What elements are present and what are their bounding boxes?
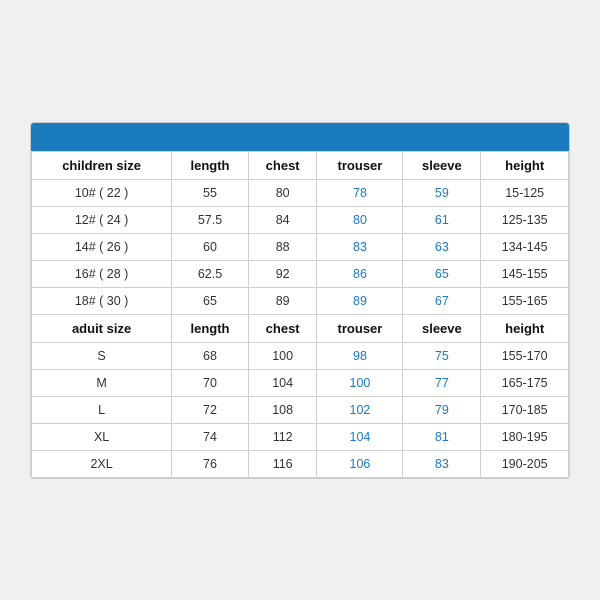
adult-cell-4-4: 83 [403, 450, 481, 477]
adult-header-col-5: height [481, 314, 569, 342]
adult-cell-3-0: XL [32, 423, 172, 450]
adult-cell-0-2: 100 [248, 342, 317, 369]
adult-cell-3-2: 112 [248, 423, 317, 450]
children-cell-4-5: 155-165 [481, 287, 569, 314]
children-cell-1-4: 61 [403, 206, 481, 233]
children-cell-4-1: 65 [172, 287, 249, 314]
chart-title [31, 123, 569, 151]
children-row-4: 18# ( 30 )65898967155-165 [32, 287, 569, 314]
adult-cell-1-2: 104 [248, 369, 317, 396]
children-cell-1-2: 84 [248, 206, 317, 233]
children-cell-0-4: 59 [403, 179, 481, 206]
adult-cell-1-4: 77 [403, 369, 481, 396]
adult-cell-2-2: 108 [248, 396, 317, 423]
adult-cell-3-3: 104 [317, 423, 403, 450]
children-cell-1-0: 12# ( 24 ) [32, 206, 172, 233]
adult-cell-2-4: 79 [403, 396, 481, 423]
children-cell-4-0: 18# ( 30 ) [32, 287, 172, 314]
adult-cell-2-3: 102 [317, 396, 403, 423]
adult-row-1: M7010410077165-175 [32, 369, 569, 396]
children-cell-0-0: 10# ( 22 ) [32, 179, 172, 206]
children-row-0: 10# ( 22 )5580785915-125 [32, 179, 569, 206]
adult-cell-1-0: M [32, 369, 172, 396]
children-cell-1-5: 125-135 [481, 206, 569, 233]
adult-cell-4-0: 2XL [32, 450, 172, 477]
adult-cell-1-5: 165-175 [481, 369, 569, 396]
adult-row-0: S681009875155-170 [32, 342, 569, 369]
children-cell-2-3: 83 [317, 233, 403, 260]
children-cell-0-1: 55 [172, 179, 249, 206]
children-header-col-1: length [172, 151, 249, 179]
children-row-2: 14# ( 26 )60888363134-145 [32, 233, 569, 260]
children-cell-3-5: 145-155 [481, 260, 569, 287]
children-cell-0-2: 80 [248, 179, 317, 206]
adult-cell-3-4: 81 [403, 423, 481, 450]
adult-header-col-4: sleeve [403, 314, 481, 342]
children-cell-2-0: 14# ( 26 ) [32, 233, 172, 260]
adult-cell-2-0: L [32, 396, 172, 423]
adult-cell-3-1: 74 [172, 423, 249, 450]
adult-cell-3-5: 180-195 [481, 423, 569, 450]
children-cell-2-2: 88 [248, 233, 317, 260]
size-chart-container: children sizelengthchesttrousersleevehei… [30, 122, 570, 479]
adult-cell-1-1: 70 [172, 369, 249, 396]
children-cell-2-5: 134-145 [481, 233, 569, 260]
children-cell-3-4: 65 [403, 260, 481, 287]
adult-cell-1-3: 100 [317, 369, 403, 396]
children-cell-2-1: 60 [172, 233, 249, 260]
children-cell-3-3: 86 [317, 260, 403, 287]
adult-header-col-3: trouser [317, 314, 403, 342]
children-cell-1-3: 80 [317, 206, 403, 233]
children-header-col-2: chest [248, 151, 317, 179]
children-cell-4-2: 89 [248, 287, 317, 314]
children-header-col-4: sleeve [403, 151, 481, 179]
adult-header-col-1: length [172, 314, 249, 342]
adult-cell-0-4: 75 [403, 342, 481, 369]
children-cell-4-4: 67 [403, 287, 481, 314]
children-cell-3-0: 16# ( 28 ) [32, 260, 172, 287]
adult-cell-4-2: 116 [248, 450, 317, 477]
adult-row-4: 2XL7611610683190-205 [32, 450, 569, 477]
adult-cell-0-1: 68 [172, 342, 249, 369]
children-header-col-5: height [481, 151, 569, 179]
adult-row-2: L7210810279170-185 [32, 396, 569, 423]
adult-cell-4-3: 106 [317, 450, 403, 477]
adult-cell-2-1: 72 [172, 396, 249, 423]
adult-cell-4-1: 76 [172, 450, 249, 477]
children-header-col-0: children size [32, 151, 172, 179]
children-cell-1-1: 57.5 [172, 206, 249, 233]
children-cell-3-1: 62.5 [172, 260, 249, 287]
adult-cell-0-5: 155-170 [481, 342, 569, 369]
adult-cell-4-5: 190-205 [481, 450, 569, 477]
children-header-col-3: trouser [317, 151, 403, 179]
children-cell-3-2: 92 [248, 260, 317, 287]
adult-cell-0-3: 98 [317, 342, 403, 369]
children-row-1: 12# ( 24 )57.5848061125-135 [32, 206, 569, 233]
size-table: children sizelengthchesttrousersleevehei… [31, 151, 569, 478]
children-cell-0-5: 15-125 [481, 179, 569, 206]
children-cell-0-3: 78 [317, 179, 403, 206]
children-row-3: 16# ( 28 )62.5928665145-155 [32, 260, 569, 287]
adult-header-col-2: chest [248, 314, 317, 342]
children-cell-2-4: 63 [403, 233, 481, 260]
children-cell-4-3: 89 [317, 287, 403, 314]
adult-row-3: XL7411210481180-195 [32, 423, 569, 450]
adult-cell-2-5: 170-185 [481, 396, 569, 423]
adult-header-col-0: aduit size [32, 314, 172, 342]
adult-cell-0-0: S [32, 342, 172, 369]
